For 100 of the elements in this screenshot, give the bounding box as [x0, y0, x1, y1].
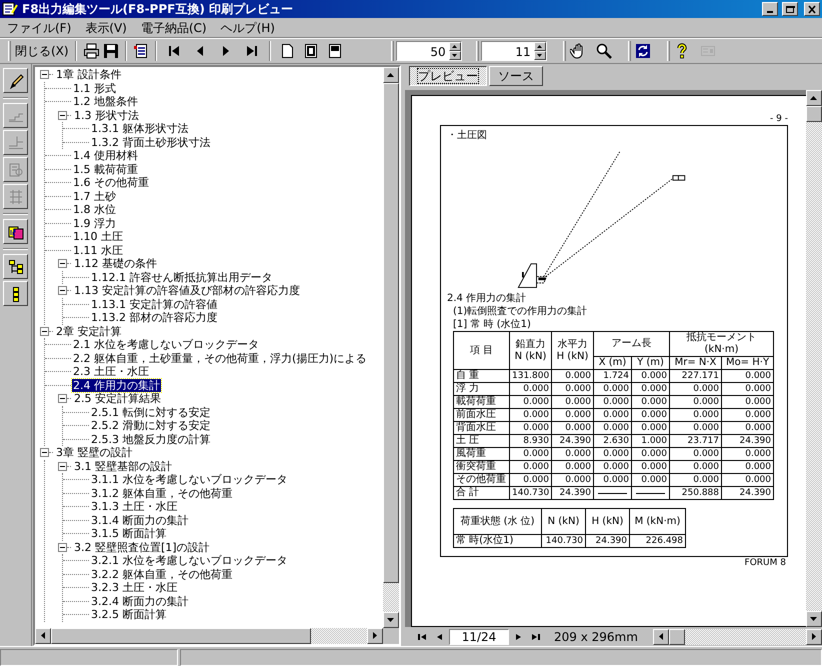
scroll-right-button[interactable] [806, 629, 822, 645]
table-cell: 0.000 [722, 370, 774, 382]
minimize-icon [767, 11, 773, 13]
tree-item[interactable]: 3.1.5 断面計算 [90, 527, 168, 540]
table-cell: 0.000 [552, 396, 594, 408]
last-page-icon [531, 632, 541, 642]
numbering-button[interactable] [3, 219, 28, 244]
tree-item[interactable]: 3.1.2 躯体自重，その他荷重 [90, 486, 234, 500]
scroll-down-button[interactable] [806, 611, 822, 627]
tree-item[interactable]: 1.5 載荷荷重 [72, 162, 139, 176]
scroll-left-icon [656, 633, 665, 641]
close-button[interactable] [804, 2, 820, 16]
collapse-icon[interactable] [58, 286, 67, 296]
scroll-down-button[interactable] [383, 612, 399, 628]
tree-item[interactable]: 2.5 安定計算結果 [73, 392, 162, 406]
table-cell: 0.000 [632, 474, 670, 486]
zoom-field[interactable]: 50 [396, 41, 462, 61]
tree-item[interactable]: 1.8 水位 [72, 203, 117, 216]
spin-down-button[interactable] [448, 51, 461, 60]
tree-item[interactable]: 3.1 竪壁基部の設計 [73, 460, 173, 473]
collapse-icon[interactable] [40, 70, 49, 80]
tree-item[interactable]: 1.9 浮力 [72, 216, 117, 230]
tree-item[interactable]: 3.2.4 断面力の集計 [90, 594, 190, 608]
tree-item[interactable]: 1.2 地盤条件 [72, 95, 139, 108]
tree-item[interactable]: 1.3 形状寸法 [73, 108, 140, 122]
scrollbar-thumb[interactable] [806, 106, 822, 122]
tab[interactable]: ソース [489, 66, 543, 86]
tree-item[interactable]: 1.3.1 躯体形状寸法 [90, 122, 190, 136]
collapse-icon[interactable] [40, 448, 49, 458]
tree-item[interactable]: 1.12 基礎の条件 [73, 257, 158, 270]
tree-item[interactable]: 3.2.2 躯体自重，その他荷重 [90, 568, 234, 581]
collapse-icon[interactable] [58, 259, 67, 268]
paper-size-label: 209 x 296mm [554, 629, 638, 646]
spin-up-button[interactable] [534, 42, 546, 51]
menu-item[interactable]: 電子納品(C) [134, 18, 214, 38]
page-field[interactable]: 11/24 [449, 629, 509, 645]
collapse-icon[interactable] [58, 110, 67, 120]
tree-item[interactable]: 2.1 水位を考慮しないブロックデータ [72, 338, 260, 352]
tree-item[interactable]: 2.5.2 滑動に対する安定 [90, 419, 212, 432]
scroll-left-button[interactable] [35, 628, 51, 644]
tree-item[interactable]: 1.7 土砂 [72, 190, 117, 203]
scrollbar-thumb[interactable] [383, 83, 399, 583]
tree-item[interactable]: 1.3.2 背面土砂形状寸法 [90, 136, 212, 149]
spin-down-button[interactable] [534, 51, 546, 60]
down-arrow-icon [452, 54, 458, 57]
table-cell: 0.000 [722, 408, 774, 422]
tree-item[interactable]: 3.1.3 土圧・水圧 [90, 500, 178, 514]
table-header: X (m) [594, 356, 632, 370]
tree-item[interactable]: 2.2 躯体自重，土砂重量，その他荷重，浮力(揚圧力)による [72, 352, 368, 365]
tree-item[interactable]: 3.2 竪壁照査位置[1]の設計 [73, 540, 211, 554]
scrollbar-thumb[interactable] [668, 629, 685, 645]
table-cell: 0.000 [510, 396, 552, 408]
scroll-left-button[interactable] [652, 629, 669, 645]
tree-item[interactable]: 3章 竪壁の設計 [55, 446, 134, 460]
tree-item[interactable]: 1.13 安定計算の許容値及び部材の許容応力度 [73, 284, 301, 298]
tree-item[interactable]: 1.6 その他荷重 [72, 176, 150, 190]
tree-item[interactable]: 1.4 使用材料 [72, 149, 139, 162]
table-cell: 0.000 [552, 408, 594, 422]
numbered-pages-icon [8, 224, 24, 240]
tree-item[interactable]: 2.4 作用力の集計 [72, 378, 161, 392]
scroll-up-button[interactable] [383, 67, 399, 83]
minimize-button[interactable] [762, 2, 778, 16]
tree-item[interactable]: 1.12.1 許容せん断抵抗算出用データ [90, 270, 274, 284]
maximize-button[interactable] [782, 2, 798, 16]
tree-item[interactable]: 3.1.1 水位を考慮しないブロックデータ [90, 473, 288, 486]
collapse-icon[interactable] [58, 542, 67, 552]
tree-item[interactable]: 2章 安定計算 [55, 324, 122, 338]
collapse-icon[interactable] [58, 462, 67, 471]
table-header: N (kN) [542, 508, 586, 534]
tree-item[interactable]: 3.2.5 断面計算 [90, 608, 168, 622]
collapse-icon[interactable] [58, 394, 67, 404]
tab[interactable]: プレビュー [409, 66, 487, 86]
scroll-up-button[interactable] [806, 90, 822, 106]
close-preview-button[interactable]: 閉じる(X) [13, 40, 71, 62]
menu-item[interactable]: ヘルプ(H) [214, 18, 282, 38]
spin-up-button[interactable] [448, 42, 461, 51]
scrollbar-thumb[interactable] [51, 628, 311, 644]
tree-collapse-button[interactable] [3, 281, 28, 306]
tree-item[interactable]: 3.2.3 土圧・水圧 [90, 581, 178, 594]
collapse-icon[interactable] [40, 326, 49, 336]
table-cell: 浮 力 [454, 382, 510, 396]
tree-item[interactable]: 3.2.1 水位を考慮しないブロックデータ [90, 554, 288, 568]
tree-item[interactable]: 1章 設計条件 [55, 68, 122, 82]
tree-item[interactable]: 2.3 土圧・水圧 [72, 365, 150, 378]
table-cell: 0.000 [552, 422, 594, 434]
tree-item[interactable]: 1.11 水圧 [72, 244, 124, 257]
tree-item[interactable]: 3.1.4 断面力の集計 [90, 514, 190, 527]
tree-item[interactable]: 1.10 土圧 [72, 230, 124, 244]
tree-item[interactable]: 2.5.1 転倒に対する安定 [90, 406, 212, 419]
tree-item[interactable]: 1.1 形式 [72, 82, 117, 95]
tree-item[interactable]: 1.13.1 安定計算の許容値 [90, 298, 218, 311]
font-size-field[interactable]: 11 [480, 41, 547, 61]
tree-expand-button[interactable] [3, 254, 28, 279]
tree-item[interactable]: 2.5.3 地盤反力度の計算 [90, 432, 212, 446]
tree-item[interactable]: 1.13.2 部材の許容応力度 [90, 311, 218, 324]
pen-button[interactable] [3, 68, 28, 93]
menu-item[interactable]: 表示(V) [78, 18, 134, 38]
scroll-right-button[interactable] [367, 628, 383, 644]
table-cell: 0.000 [670, 396, 722, 408]
menu-item[interactable]: ファイル(F) [0, 18, 78, 38]
